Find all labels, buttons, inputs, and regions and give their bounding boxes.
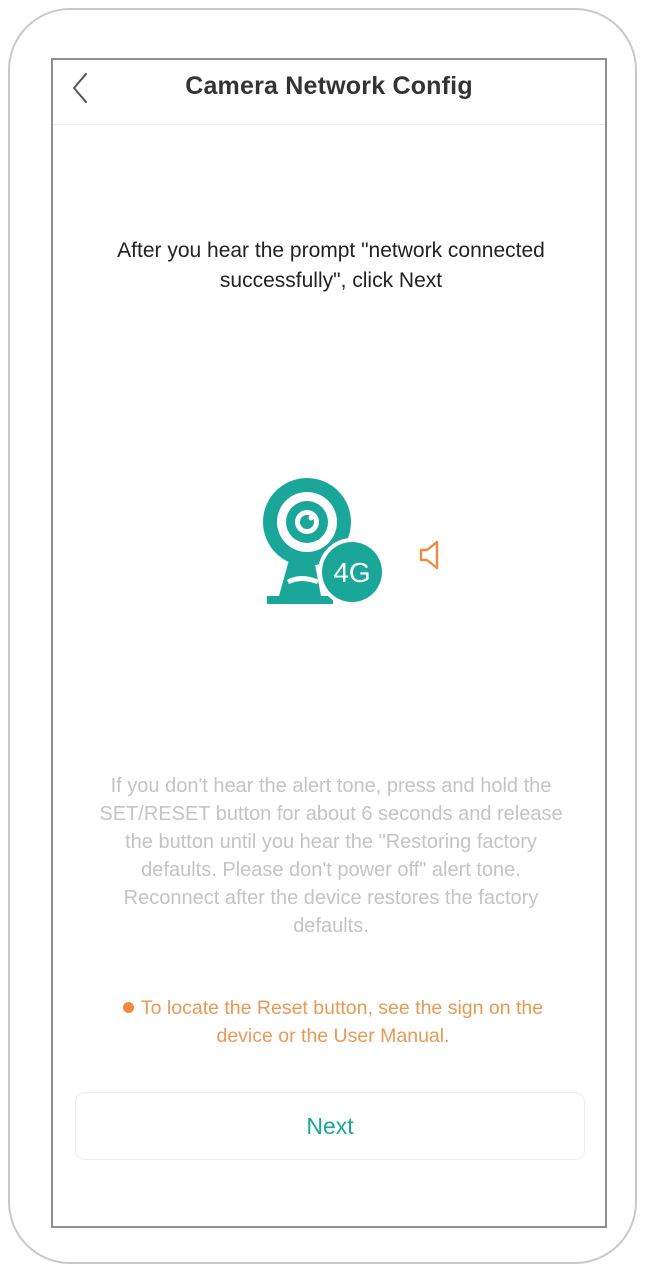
reset-tip: To locate the Reset button, see the sign… xyxy=(103,994,563,1050)
next-button[interactable]: Next xyxy=(75,1092,585,1160)
speaker-button[interactable] xyxy=(417,538,445,572)
help-text: If you don't hear the alert tone, press … xyxy=(99,775,563,937)
page-title: Camera Network Config xyxy=(185,72,473,100)
camera-4g-icon: 4G xyxy=(263,478,386,606)
app-screen: Camera Network Config After you hear the… xyxy=(51,58,607,1228)
header-bar: Camera Network Config xyxy=(53,60,605,125)
bullet-dot-icon xyxy=(122,1002,134,1013)
reset-tip-text: To locate the Reset button, see the sign… xyxy=(140,997,544,1047)
badge-4g-label: 4G xyxy=(333,557,370,588)
instruction-text: After you hear the prompt "network conne… xyxy=(117,239,545,292)
camera-4g-illustration: 4G xyxy=(249,472,409,612)
speaker-icon xyxy=(419,540,439,570)
